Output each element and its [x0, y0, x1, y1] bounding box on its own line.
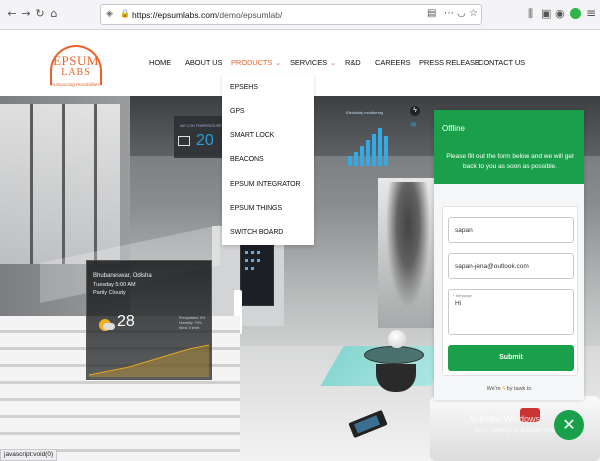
nav-rnd[interactable]: R&D — [345, 58, 361, 67]
aircon-label: AIR CON TEMPERATURE — [180, 124, 222, 128]
chat-footer[interactable]: We're ϟ by tawk.to — [434, 386, 584, 392]
weather-details: Precipitation: 6% Humidity: 79% Wind: 5 … — [179, 316, 205, 331]
message-field-value: Hi — [455, 300, 462, 307]
weather-graph — [89, 344, 209, 377]
logo-tagline: Outsourcing Possibilities... — [50, 82, 104, 87]
hero-window — [0, 104, 120, 264]
weather-city: Bhubaneswar, Odisha — [93, 273, 152, 279]
dropdown-item-epsum-things[interactable]: EPSUM THINGS — [230, 205, 282, 212]
dropdown-item-smart-lock[interactable]: SMART LOCK — [230, 132, 274, 139]
chat-message: Please fill out the form below and we wi… — [446, 153, 574, 170]
email-field-value: sapan-jena@outlook.com — [455, 263, 529, 270]
message-field-label: * Message — [453, 293, 472, 298]
weather-condition: Partly Cloudy — [93, 290, 126, 296]
back-icon[interactable]: ← — [6, 8, 18, 20]
chat-widget: Offline Please fill out the form below a… — [434, 110, 584, 400]
chat-status: Offline — [442, 124, 465, 133]
bookmark-star-icon[interactable]: ☆ — [469, 8, 478, 19]
chevron-down-icon: ⌄ — [275, 60, 282, 67]
browser-status-bar: javascript:void(0) — [0, 449, 58, 461]
chat-close-button[interactable]: ✕ — [554, 410, 584, 440]
url-text[interactable]: https://epsumlabs.com/demo/epsumlab/ — [132, 10, 282, 20]
reader-view-icon[interactable]: ▤ — [427, 8, 436, 19]
hamburger-menu-icon[interactable]: ≡ — [586, 6, 596, 20]
reload-icon[interactable]: ↻ — [34, 8, 46, 20]
lock-icon[interactable]: 🔒 — [120, 9, 130, 18]
email-field[interactable]: sapan-jena@outlook.com — [448, 253, 574, 279]
chat-form: sapan sapan-jena@outlook.com * Message H… — [442, 206, 578, 376]
nav-services[interactable]: SERVICES ⌄ — [290, 58, 336, 67]
nav-contact-us[interactable]: CONTACT US — [478, 58, 525, 67]
chevron-down-icon: ⌄ — [330, 60, 336, 67]
aircon-temperature: 20 — [196, 132, 214, 149]
name-field[interactable]: sapan — [448, 217, 574, 243]
nav-products[interactable]: PRODUCTS ⌄ — [231, 58, 281, 67]
wifi-icon: ≋ — [410, 120, 417, 129]
hero-tree — [382, 182, 434, 322]
browser-toolbar: ← → ↻ ⌂ ◈ 🔒 https://epsumlabs.com/demo/e… — [0, 0, 600, 30]
weather-detail-line: Wind: 5 km/h — [179, 326, 200, 330]
chat-header: Offline Please fill out the form below a… — [434, 110, 584, 184]
hero-tv — [240, 244, 274, 306]
nav-press-release[interactable]: PRESS RELEASE — [419, 58, 480, 67]
lightning-icon: ϟ — [502, 386, 506, 392]
thermometer-icon — [178, 136, 190, 146]
weather-panel: Bhubaneswar, Odisha Tuesday 5:00 AM Part… — [86, 260, 212, 380]
cloud-icon — [103, 323, 115, 330]
weather-temperature: 28 — [117, 313, 135, 330]
forward-icon[interactable]: → — [20, 8, 32, 20]
dropdown-item-gps[interactable]: GPS — [230, 108, 245, 115]
hero-lamp — [388, 330, 406, 348]
epsum-labs-logo[interactable]: EPSUM LABS Outsourcing Possibilities... — [50, 45, 103, 97]
shield-icon[interactable]: ◈ — [106, 9, 115, 20]
dropdown-item-switch-board[interactable]: SWITCH BOARD — [230, 229, 283, 236]
dropdown-item-epsehs[interactable]: EPSEHS — [230, 84, 258, 91]
extension-icon[interactable]: ◉ — [555, 7, 565, 20]
library-icon[interactable]: ⫼ — [528, 7, 533, 21]
pocket-icon[interactable]: ◡ — [457, 8, 466, 19]
nav-about-us[interactable]: ABOUT US — [185, 58, 223, 67]
products-dropdown: EPSEHS GPS SMART LOCK BEACONS EPSUM INTE… — [222, 74, 314, 245]
hero-table — [364, 346, 424, 364]
nav-home[interactable]: HOME — [149, 58, 171, 67]
extension-green-icon[interactable] — [570, 8, 581, 19]
more-actions-icon[interactable]: ⋯ — [444, 8, 454, 19]
name-field-value: sapan — [455, 227, 473, 234]
energy-title: Electricity monitoring — [346, 110, 383, 115]
dropdown-item-beacons[interactable]: BEACONS — [230, 156, 264, 163]
lightning-icon: ϟ — [410, 106, 420, 116]
dropdown-item-epsum-integrator[interactable]: EPSUM INTEGRATOR — [230, 181, 301, 188]
submit-button[interactable]: Submit — [448, 345, 574, 371]
sidebar-icon[interactable]: ▣ — [541, 7, 551, 20]
main-nav: HOME ABOUT US PRODUCTS ⌄ SERVICES ⌄ R&D CA… — [0, 58, 600, 70]
weather-day-time: Tuesday 5:00 AM — [93, 282, 136, 288]
energy-chart — [344, 116, 394, 166]
activate-windows-watermark: Activate Windows — [469, 414, 541, 424]
message-field[interactable]: * Message Hi — [448, 289, 574, 335]
nav-careers[interactable]: CAREERS — [375, 58, 411, 67]
home-icon[interactable]: ⌂ — [48, 8, 60, 20]
address-bar[interactable]: ◈ 🔒 https://epsumlabs.com/demo/epsumlab/… — [100, 4, 482, 25]
